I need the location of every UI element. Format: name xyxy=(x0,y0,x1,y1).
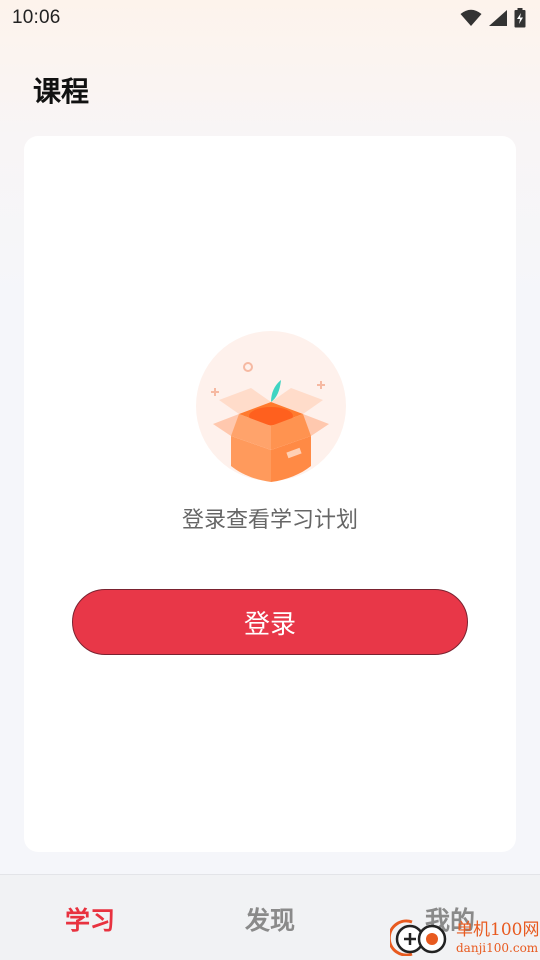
content-card: 登录查看学习计划 登录 xyxy=(24,136,516,852)
watermark: 单机100网 danji100.com xyxy=(387,916,540,960)
tab-discover[interactable]: 发现 xyxy=(220,901,320,937)
status-icons xyxy=(460,8,526,28)
empty-state-message: 登录查看学习计划 xyxy=(181,508,358,533)
watermark-url: danji100.com xyxy=(456,941,539,955)
status-time: 10:06 xyxy=(12,7,61,28)
tab-study[interactable]: 学习 xyxy=(40,901,140,937)
login-button[interactable]: 登录 xyxy=(72,589,468,655)
page-title: 课程 xyxy=(33,75,90,108)
signal-icon xyxy=(488,9,508,27)
watermark-logo-icon xyxy=(387,916,452,960)
status-bar: 10:06 xyxy=(0,0,540,36)
wifi-icon xyxy=(460,9,482,27)
battery-charging-icon xyxy=(514,8,526,28)
open-box-icon xyxy=(195,330,347,482)
watermark-brand: 单机100网 xyxy=(456,920,540,940)
